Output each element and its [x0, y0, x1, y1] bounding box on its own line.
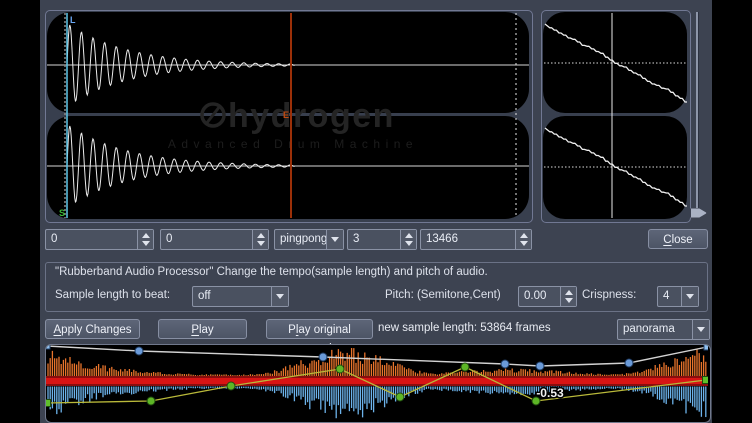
combo-arrow[interactable] [326, 230, 343, 249]
velocity-envelope-handle[interactable] [625, 359, 633, 367]
combo-arrow[interactable] [681, 287, 698, 306]
start-frame-value: 0 [46, 230, 137, 249]
start-frame-spinbox[interactable]: 0 [45, 229, 154, 250]
velocity-envelope-handle[interactable] [536, 362, 544, 370]
close-button[interactable]: Close [648, 229, 708, 249]
pitch-label: Pitch: (Semitone,Cent) [385, 289, 501, 301]
pitch-value: 0.00 [519, 287, 560, 306]
spin-down-icon[interactable] [257, 241, 265, 246]
apply-changes-button[interactable]: Apply Changes [45, 319, 140, 339]
play-button[interactable]: Play [158, 319, 247, 339]
spin-down-icon[interactable] [520, 241, 528, 246]
spin-buttons[interactable] [515, 230, 531, 249]
sample-length-combobox[interactable]: off [192, 286, 289, 307]
loops-count-spinbox[interactable]: 3 [347, 229, 417, 250]
spin-buttons[interactable] [400, 230, 416, 249]
spin-down-icon[interactable] [565, 298, 573, 303]
svg-text:hydrogen: hydrogen [228, 97, 395, 135]
loop-mode-value: pingpong [275, 230, 326, 249]
pan-endpoint-handle[interactable] [703, 377, 709, 384]
spin-down-icon[interactable] [142, 241, 150, 246]
spin-buttons[interactable] [560, 287, 576, 306]
envelope-type-combobox[interactable]: panorama [617, 319, 710, 340]
pan-envelope-handle[interactable] [461, 363, 469, 371]
spin-buttons[interactable] [137, 230, 153, 249]
pan-envelope-handle[interactable] [227, 382, 235, 390]
loops-count-value: 3 [348, 230, 400, 249]
spin-up-icon[interactable] [257, 233, 265, 238]
chevron-down-icon [276, 294, 284, 299]
sample-waveform-display[interactable]: hydrogen Advanced Drum Machine L S E [45, 10, 533, 223]
pan-endpoint-handle[interactable] [46, 400, 51, 407]
target-wave-envelope-display[interactable]: -0.53 [45, 344, 711, 423]
velocity-endpoint-handle[interactable] [46, 345, 50, 349]
spin-up-icon[interactable] [520, 233, 528, 238]
crispness-combobox[interactable]: 4 [657, 286, 699, 307]
pan-envelope-handle[interactable] [147, 397, 155, 405]
end-frame-spinbox[interactable]: 13466 [420, 229, 532, 250]
envelope-type-value: panorama [618, 320, 692, 339]
velocity-envelope-line[interactable] [47, 346, 707, 366]
combo-arrow[interactable] [271, 287, 288, 306]
loop-mode-combobox[interactable]: pingpong [274, 229, 344, 250]
velocity-endpoint-handle[interactable] [704, 345, 708, 350]
chevron-down-icon [697, 327, 705, 332]
play-original-sample-button[interactable]: Play original sample [266, 319, 373, 339]
zero-line-band-core [46, 378, 708, 384]
zoom-slider-handle[interactable] [690, 206, 707, 220]
velocity-envelope-handle[interactable] [135, 347, 143, 355]
spin-buttons[interactable] [252, 230, 268, 249]
spin-up-icon[interactable] [565, 290, 573, 295]
velocity-envelope-handle[interactable] [319, 353, 327, 361]
crispness-value: 4 [658, 287, 681, 306]
loop-marker-label[interactable]: L [70, 15, 76, 25]
loop-frame-value: 0 [161, 230, 252, 249]
chevron-down-icon [686, 294, 694, 299]
spin-down-icon[interactable] [405, 241, 413, 246]
spin-up-icon[interactable] [405, 233, 413, 238]
end-marker-label[interactable]: E [283, 110, 289, 120]
rubberband-title: "Rubberband Audio Processor" Change the … [55, 266, 488, 278]
pitch-spinbox[interactable]: 0.00 [518, 286, 577, 307]
new-sample-length-text: new sample length: 53864 frames [378, 322, 551, 334]
start-marker-label[interactable]: S [59, 208, 65, 218]
sample-editor-dialog: hydrogen Advanced Drum Machine L S E 0 0 pin… [40, 0, 712, 423]
sample-length-label: Sample length to beat: [55, 289, 170, 301]
velocity-envelope-handle[interactable] [501, 360, 509, 368]
pitch-shift-display[interactable] [541, 10, 691, 223]
svg-text:Advanced Drum Machine: Advanced Drum Machine [168, 137, 418, 151]
end-frame-value: 13466 [421, 230, 515, 249]
pan-envelope-handle[interactable] [336, 365, 344, 373]
combo-arrow[interactable] [692, 320, 709, 339]
envelope-value-label: -0.53 [536, 386, 564, 400]
hydrogen-watermark: hydrogen Advanced Drum Machine [168, 97, 418, 151]
pan-envelope-handle[interactable] [396, 393, 404, 401]
zoom-slider-track[interactable] [696, 12, 699, 208]
sample-length-value: off [193, 287, 271, 306]
spin-up-icon[interactable] [142, 233, 150, 238]
crispness-label: Crispness: [582, 289, 636, 301]
loop-frame-spinbox[interactable]: 0 [160, 229, 269, 250]
chevron-down-icon [331, 237, 339, 242]
